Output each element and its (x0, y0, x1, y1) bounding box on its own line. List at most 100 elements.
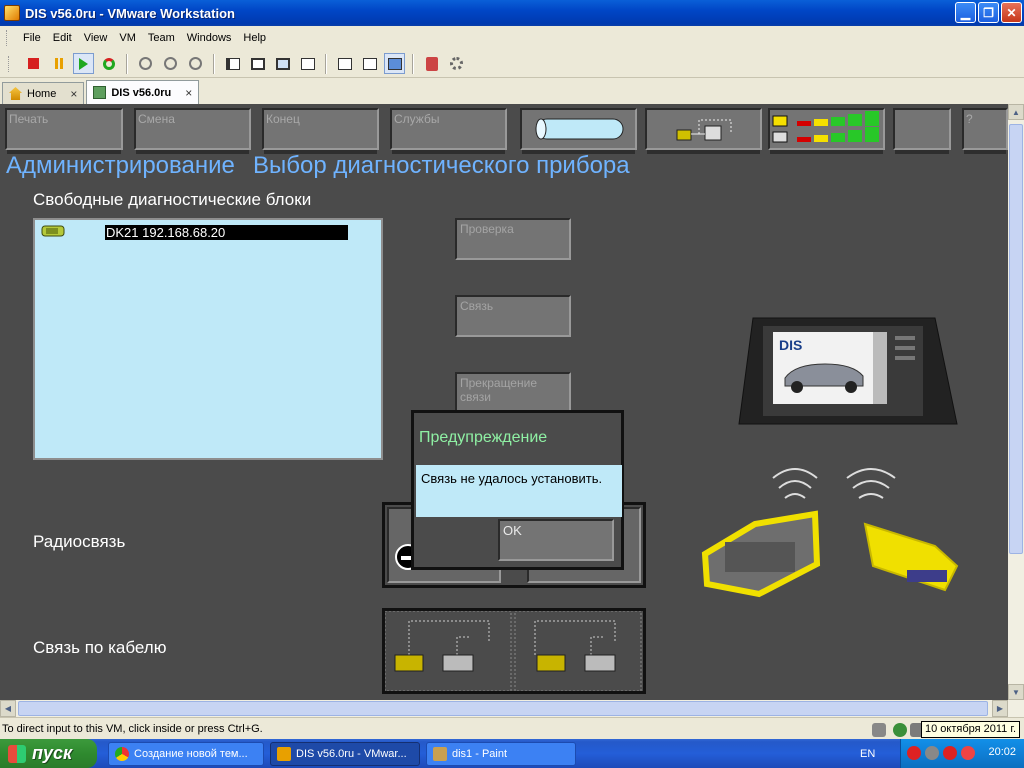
vm-icon (93, 86, 107, 99)
toolbar-separator (126, 53, 128, 74)
tray-app-icon[interactable] (925, 746, 939, 760)
svg-text:DIS: DIS (779, 337, 802, 353)
snapshot-manager-icon[interactable] (185, 53, 206, 74)
toolbar-grip (8, 55, 11, 72)
opera-icon[interactable] (907, 746, 921, 760)
settings-icon[interactable] (446, 53, 467, 74)
power-off-icon[interactable] (23, 53, 44, 74)
chrome-icon (115, 747, 129, 761)
tab-dis-close-icon[interactable]: × (185, 86, 192, 100)
menu-team[interactable]: Team (142, 32, 181, 44)
summary-view-icon[interactable] (334, 53, 355, 74)
scroll-left-icon[interactable]: ◀ (0, 700, 16, 717)
dis-print-button[interactable]: Печать (5, 108, 123, 154)
fullscreen-icon[interactable] (247, 53, 268, 74)
menu-grip (6, 30, 9, 46)
sidebar-icon[interactable] (222, 53, 243, 74)
unity-icon[interactable] (297, 53, 318, 74)
close-button[interactable]: ✕ (1001, 2, 1022, 23)
vmware-toolbar (0, 50, 1024, 78)
power-on-icon[interactable] (73, 53, 94, 74)
vertical-scroll-thumb[interactable] (1009, 124, 1023, 554)
revert-snapshot-icon[interactable] (160, 53, 181, 74)
heading-administration[interactable]: Администрирование (6, 152, 235, 180)
preferences-icon[interactable] (421, 53, 442, 74)
tab-dis[interactable]: DIS v56.0ru × (86, 80, 200, 104)
menu-windows[interactable]: Windows (181, 32, 238, 44)
snapshot-icon[interactable] (135, 53, 156, 74)
security-icon[interactable] (961, 746, 975, 760)
clock[interactable]: 20:02 (988, 746, 1016, 758)
horizontal-scrollbar[interactable]: ◀ ▶ (0, 700, 1024, 717)
dis-signal-indicator[interactable] (768, 108, 885, 154)
vmware-icon (277, 747, 291, 761)
task-vmware-label: DIS v56.0ru - VMwar... (296, 748, 407, 760)
menu-view[interactable]: View (78, 32, 114, 44)
menu-file[interactable]: File (17, 32, 47, 44)
home-icon (9, 87, 22, 100)
cable-connection-panel[interactable] (382, 608, 646, 694)
window-titlebar[interactable]: DIS v56.0ru - VMware Workstation ▁ ❐ ✕ (0, 0, 1024, 26)
tab-dis-label: DIS v56.0ru (111, 86, 172, 99)
reset-icon[interactable] (98, 53, 119, 74)
language-indicator[interactable]: EN (860, 739, 875, 768)
task-vmware[interactable]: DIS v56.0ru - VMwar... (270, 742, 420, 766)
network-device-icon (676, 119, 732, 141)
tab-home-close-icon[interactable]: × (70, 87, 77, 101)
network-adapter-icon[interactable] (893, 723, 907, 737)
dis-change-button[interactable]: Смена (134, 108, 251, 154)
paint-icon (433, 747, 447, 761)
task-chrome[interactable]: Создание новой тем... (108, 742, 264, 766)
menu-bar: File Edit View VM Team Windows Help (0, 26, 1024, 50)
dialog-message: Связь не удалось установить. (416, 465, 622, 517)
tab-home[interactable]: Home × (2, 82, 85, 104)
vertical-scrollbar[interactable]: ▲ ▼ (1008, 104, 1024, 700)
appliance-view-icon[interactable] (359, 53, 380, 74)
warning-dialog: Предупреждение Связь не удалось установи… (411, 410, 624, 570)
connect-button[interactable]: Связь (455, 295, 571, 337)
menu-vm[interactable]: VM (113, 32, 142, 44)
dialog-ok-button[interactable]: OK (498, 519, 614, 561)
dis-network-indicator[interactable] (645, 108, 762, 154)
vm-console[interactable]: Печать Смена Конец Службы ? Администриро… (0, 104, 1008, 700)
scroll-up-icon[interactable]: ▲ (1008, 104, 1024, 120)
dis-connection-indicator[interactable] (520, 108, 637, 154)
disconnect-button[interactable]: Прекращение связи (455, 372, 571, 414)
dis-end-button[interactable]: Конец (262, 108, 379, 154)
toolbar-separator (325, 53, 327, 74)
restore-button[interactable]: ❐ (978, 2, 999, 23)
windows-logo-icon (8, 744, 26, 763)
minimize-button[interactable]: ▁ (955, 2, 976, 23)
start-label: пуск (32, 743, 73, 763)
hard-disk-icon[interactable] (872, 723, 886, 737)
scroll-right-icon[interactable]: ▶ (992, 700, 1008, 717)
menu-edit[interactable]: Edit (47, 32, 78, 44)
system-tray: 20:02 (900, 739, 1024, 768)
status-hint: To direct input to this VM, click inside… (2, 722, 263, 735)
antivirus-icon[interactable] (943, 746, 957, 760)
start-button[interactable]: пуск (0, 739, 97, 768)
dialog-title: Предупреждение (419, 429, 548, 446)
device-list[interactable]: DK21 192.168.68.20 (33, 218, 383, 460)
task-paint[interactable]: dis1 - Paint (426, 742, 576, 766)
free-units-label: Свободные диагностические блоки (33, 190, 312, 209)
menu-help[interactable]: Help (237, 32, 272, 44)
dis-services-button[interactable]: Службы (390, 108, 507, 154)
device-list-item[interactable]: DK21 192.168.68.20 (105, 225, 348, 240)
vmware-app-icon (4, 5, 20, 21)
diagnostic-head-icon (41, 225, 65, 237)
toolbar-separator (412, 53, 414, 74)
horizontal-scroll-thumb[interactable] (18, 701, 988, 716)
quick-switch-icon[interactable] (272, 53, 293, 74)
dis-help-button[interactable]: ? (962, 108, 1008, 154)
dis-blank-button[interactable] (893, 108, 951, 154)
scroll-down-icon[interactable]: ▼ (1008, 684, 1024, 700)
suspend-icon[interactable] (48, 53, 69, 74)
radio-label: Радиосвязь (33, 532, 126, 551)
toolbar-separator (213, 53, 215, 74)
task-chrome-label: Создание новой тем... (134, 748, 248, 760)
console-view-icon[interactable] (384, 53, 405, 74)
cable-connection-diagram (384, 610, 642, 692)
dis-tablet-illustration: DIS (738, 317, 958, 425)
check-button[interactable]: Проверка (455, 218, 571, 260)
